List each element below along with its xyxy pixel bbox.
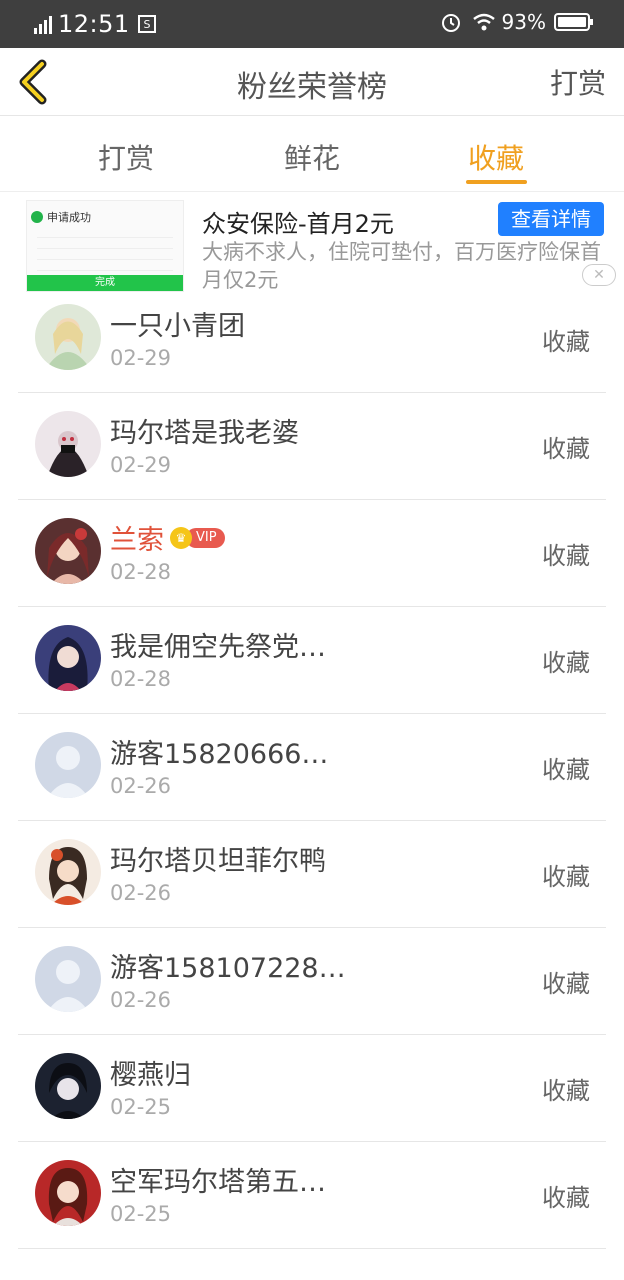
fan-name: 樱燕归 <box>110 1060 191 1091</box>
fan-action: 收藏 <box>542 863 590 891</box>
status-time: 12:51 <box>58 10 130 38</box>
alarm-icon <box>441 14 460 32</box>
avatar <box>35 411 101 477</box>
ad-title: 众安保险-首月2元 <box>202 210 394 238</box>
tab-flowers[interactable]: 鲜花 <box>284 137 340 177</box>
check-icon <box>31 211 43 223</box>
avatar <box>35 1053 101 1119</box>
list-item[interactable]: 玛尔塔贝坦菲尔鸭 02-26 收藏 <box>0 821 624 928</box>
list-item[interactable]: 樱燕归 02-25 收藏 <box>0 1035 624 1142</box>
fan-date: 02-26 <box>110 881 172 905</box>
fan-name: 游客15820666… <box>110 739 329 770</box>
battery-percent: 93% <box>501 10 546 34</box>
crown-icon: ♛ <box>170 526 192 549</box>
list-item[interactable]: 游客158107228… 02-26 收藏 <box>0 928 624 1035</box>
fan-date: 02-26 <box>110 774 172 798</box>
active-tab-indicator <box>466 180 527 184</box>
vip-badge: ♛ VIP <box>170 526 225 549</box>
fan-action: 收藏 <box>542 756 590 784</box>
avatar <box>35 946 101 1012</box>
fan-name: 我是佣空先祭党… <box>110 632 326 663</box>
fan-name: 游客158107228… <box>110 953 346 984</box>
tab-reward[interactable]: 打赏 <box>98 137 154 177</box>
ad-details-button[interactable]: 查看详情 <box>498 202 604 236</box>
fan-date: 02-28 <box>110 667 172 691</box>
fan-name: 玛尔塔贝坦菲尔鸭 <box>110 846 326 877</box>
fan-date: 02-25 <box>110 1095 172 1119</box>
avatar <box>35 625 101 691</box>
tab-favorites[interactable]: 收藏 <box>468 137 524 177</box>
fan-action: 收藏 <box>542 1184 590 1212</box>
fan-date: 02-28 <box>110 560 172 584</box>
fan-name: 兰索 <box>110 525 164 556</box>
close-icon[interactable]: ✕ <box>582 264 616 286</box>
list-item[interactable]: 游客15820666… 02-26 收藏 <box>0 714 624 821</box>
fan-name: 玛尔塔是我老婆 <box>110 418 299 449</box>
fan-name-row: 兰索 ♛ VIP <box>110 518 225 557</box>
fan-action: 收藏 <box>542 649 590 677</box>
battery-icon <box>554 13 593 31</box>
fan-action: 收藏 <box>542 435 590 463</box>
screenshot-icon: S <box>137 15 156 33</box>
fan-name: 一只小青团 <box>110 311 245 342</box>
fan-list: 一只小青团 02-29 收藏 玛尔塔是我老婆 02-29 收藏 兰索 ♛ VIP… <box>0 286 624 1249</box>
status-bar: 12:51 S 93% <box>0 0 624 48</box>
reward-button[interactable]: 打赏 <box>550 62 606 102</box>
fan-action: 收藏 <box>542 970 590 998</box>
signal-icon <box>34 14 52 34</box>
ad-thumbnail: 申请成功 完成 <box>26 200 184 292</box>
fan-action: 收藏 <box>542 1077 590 1105</box>
avatar <box>35 839 101 905</box>
list-item[interactable]: 兰索 ♛ VIP 02-28 收藏 <box>0 500 624 607</box>
fan-date: 02-29 <box>110 346 172 370</box>
tab-bar: 打赏 鲜花 收藏 <box>0 117 624 192</box>
list-item[interactable]: 玛尔塔是我老婆 02-29 收藏 <box>0 393 624 500</box>
page-title: 粉丝荣誉榜 <box>237 70 387 105</box>
list-item[interactable]: 空军玛尔塔第五… 02-25 收藏 <box>0 1142 624 1249</box>
fan-name: 空军玛尔塔第五… <box>110 1167 326 1198</box>
app-header: 粉丝荣誉榜 打赏 <box>0 48 624 116</box>
list-item[interactable]: 一只小青团 02-29 收藏 <box>0 286 624 393</box>
list-item[interactable]: 我是佣空先祭党… 02-28 收藏 <box>0 607 624 714</box>
svg-text:S: S <box>143 18 150 31</box>
fan-date: 02-25 <box>110 1202 172 1226</box>
fan-date: 02-26 <box>110 988 172 1012</box>
avatar <box>35 1160 101 1226</box>
wifi-icon <box>472 13 495 31</box>
fan-date: 02-29 <box>110 453 172 477</box>
ad-banner[interactable]: 申请成功 完成 众安保险-首月2元 大病不求人，住院可垫付，百万医疗险保首月仅2… <box>0 196 624 300</box>
avatar <box>35 732 101 798</box>
avatar <box>35 304 101 370</box>
avatar <box>35 518 101 584</box>
fan-action: 收藏 <box>542 542 590 570</box>
fan-action: 收藏 <box>542 328 590 356</box>
ad-thumb-status: 申请成功 <box>47 211 91 224</box>
